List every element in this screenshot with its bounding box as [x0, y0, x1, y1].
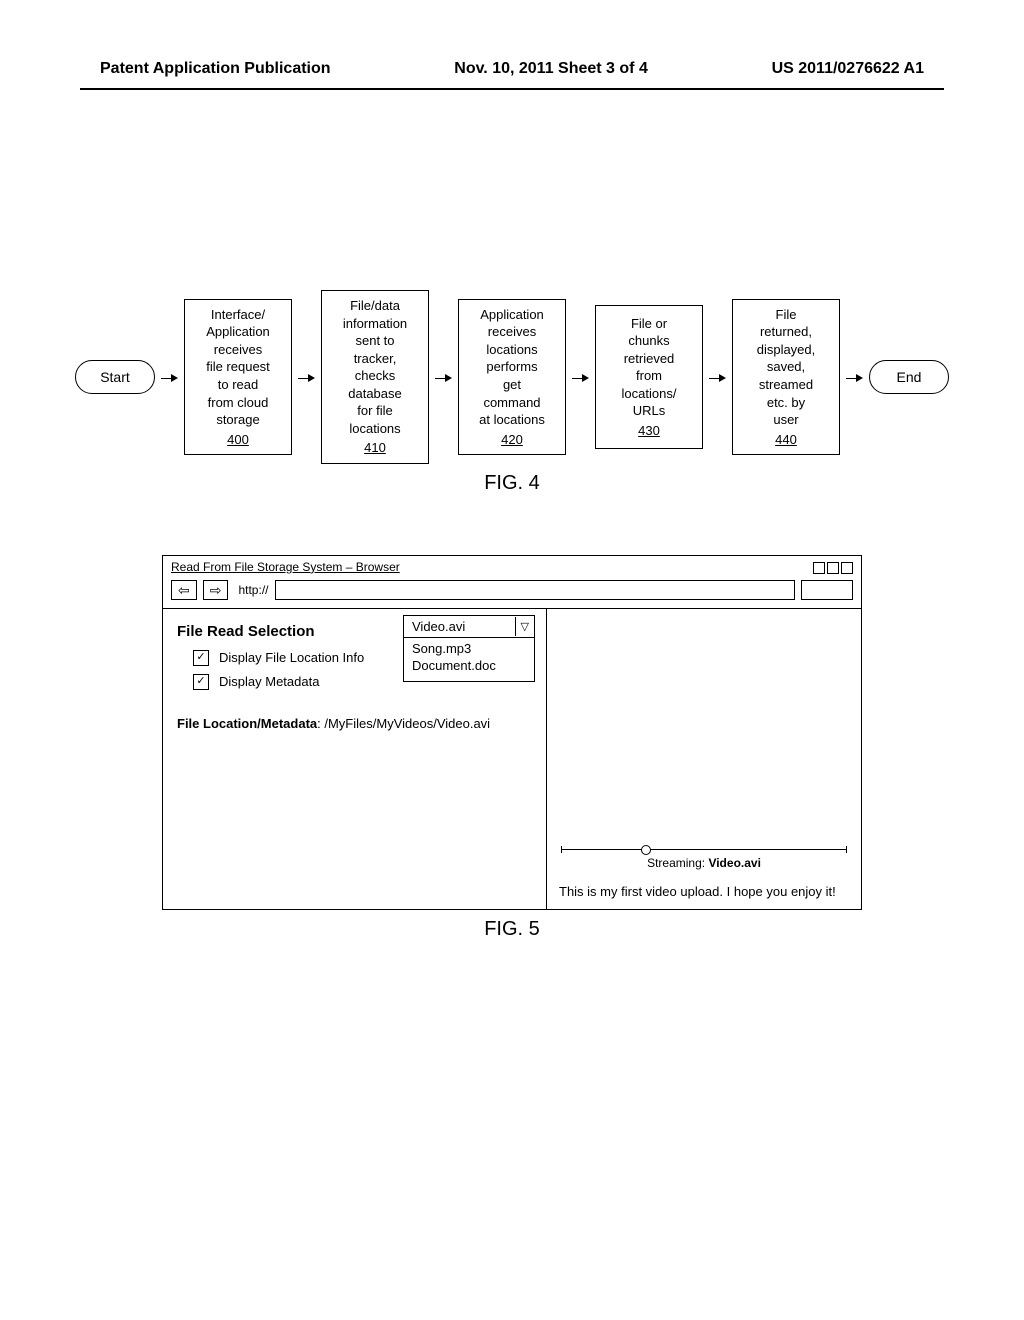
check-icon: ✓: [196, 652, 205, 663]
check-icon: ✓: [196, 676, 205, 687]
progress-track: [561, 849, 847, 850]
flow-box-430: File or chunks retrieved from locations/…: [595, 305, 703, 449]
flow-box-ref: 410: [330, 439, 420, 457]
arrow-icon: [572, 370, 589, 384]
arrow-left-icon: ⇦: [178, 583, 190, 597]
metadata-line: File Location/Metadata: /MyFiles/MyVideo…: [177, 716, 532, 731]
arrow-right-icon: ⇨: [210, 583, 222, 597]
flow-box-text: File or chunks retrieved from locations/…: [604, 315, 694, 420]
arrow-icon: [709, 370, 726, 384]
arrow-icon: [298, 370, 315, 384]
arrow-icon: [435, 370, 452, 384]
protocol-label: http://: [238, 583, 268, 597]
back-button[interactable]: ⇦: [171, 580, 197, 600]
flow-box-440: File returned, displayed, saved, streame…: [732, 299, 840, 455]
dropdown-option[interactable]: Song.mp3: [412, 640, 526, 658]
flow-box-420: Application receives locations performs …: [458, 299, 566, 455]
page-header: Patent Application Publication Nov. 10, …: [0, 0, 1024, 88]
browser-window: Read From File Storage System – Browser …: [162, 555, 862, 910]
left-pane: File Read Selection ✓ Display File Locat…: [163, 609, 546, 909]
flow-start: Start: [75, 360, 155, 394]
dropdown-options: Song.mp3 Document.doc: [404, 638, 534, 681]
close-icon[interactable]: [841, 562, 853, 574]
dropdown-value: Video.avi: [404, 616, 473, 637]
fig4-label: FIG. 4: [0, 472, 1024, 495]
flowchart-fig4: Start Interface/ Application receives fi…: [0, 290, 1024, 464]
streaming-file: Video.avi: [708, 856, 760, 870]
flow-box-ref: 430: [604, 422, 694, 440]
chevron-down-icon: ▽: [515, 617, 534, 636]
metadata-value: : /MyFiles/MyVideos/Video.avi: [317, 716, 490, 731]
minimize-icon[interactable]: [813, 562, 825, 574]
flow-box-text: File/data information sent to tracker, c…: [330, 297, 420, 437]
forward-button[interactable]: ⇨: [203, 580, 229, 600]
flow-box-text: Interface/ Application receives file req…: [193, 306, 283, 429]
metadata-label: File Location/Metadata: [177, 716, 317, 731]
header-center: Nov. 10, 2011 Sheet 3 of 4: [454, 60, 648, 78]
flow-box-ref: 400: [193, 431, 283, 449]
maximize-icon[interactable]: [827, 562, 839, 574]
dropdown-selected[interactable]: Video.avi ▽: [404, 616, 534, 638]
progress-knob-icon[interactable]: [641, 845, 651, 855]
fig5-label: FIG. 5: [162, 918, 862, 941]
flow-end: End: [869, 360, 949, 394]
arrow-icon: [161, 370, 178, 384]
header-left: Patent Application Publication: [100, 60, 331, 78]
checkbox-location[interactable]: ✓: [193, 650, 209, 666]
checkbox-label: Display File Location Info: [219, 650, 364, 665]
window-title: Read From File Storage System – Browser: [171, 560, 400, 574]
arrow-icon: [846, 370, 863, 384]
header-right: US 2011/0276622 A1: [772, 60, 924, 78]
flow-box-400: Interface/ Application receives file req…: [184, 299, 292, 455]
video-description: This is my first video upload. I hope yo…: [559, 884, 849, 899]
go-button[interactable]: [801, 580, 853, 600]
streaming-prefix: Streaming:: [647, 856, 708, 870]
progress-bar[interactable]: [559, 849, 849, 850]
video-area: [559, 619, 849, 845]
header-divider: [80, 88, 944, 90]
checkbox-label: Display Metadata: [219, 674, 319, 689]
streaming-label: Streaming: Video.avi: [559, 856, 849, 870]
right-pane: Streaming: Video.avi This is my first vi…: [546, 609, 861, 909]
flow-box-ref: 440: [741, 431, 831, 449]
file-dropdown[interactable]: Video.avi ▽ Song.mp3 Document.doc: [403, 615, 535, 682]
titlebar: Read From File Storage System – Browser: [163, 556, 861, 576]
window-controls: [813, 562, 853, 574]
flow-box-410: File/data information sent to tracker, c…: [321, 290, 429, 464]
flow-box-text: Application receives locations performs …: [467, 306, 557, 429]
dropdown-option[interactable]: Document.doc: [412, 657, 526, 675]
checkbox-metadata[interactable]: ✓: [193, 674, 209, 690]
flow-box-text: File returned, displayed, saved, streame…: [741, 306, 831, 429]
url-input[interactable]: [275, 580, 796, 600]
address-bar: ⇦ ⇨ http://: [163, 576, 861, 609]
flow-box-ref: 420: [467, 431, 557, 449]
